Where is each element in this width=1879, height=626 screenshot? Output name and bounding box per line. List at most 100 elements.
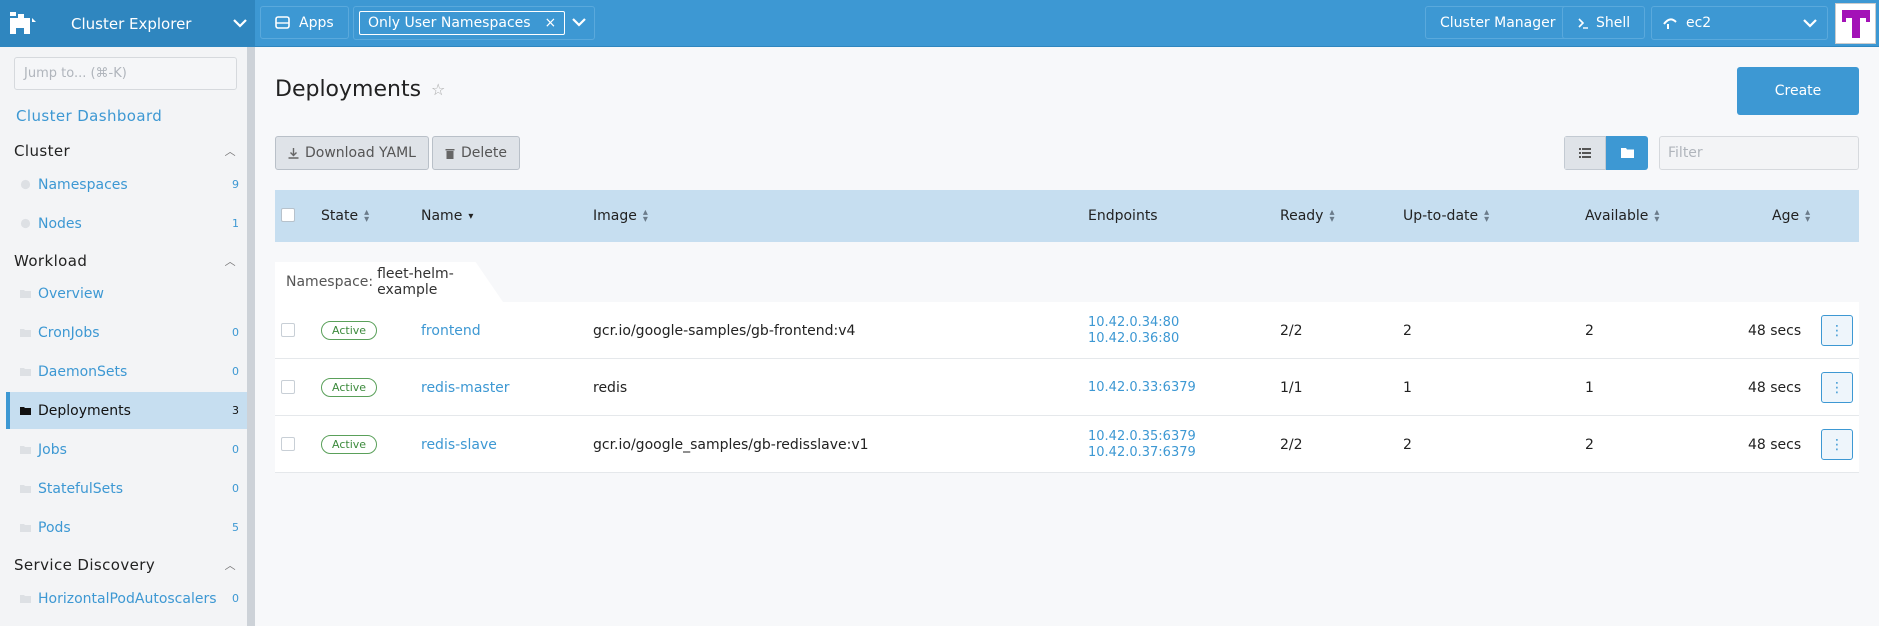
- sidebar-item-count: 0: [232, 326, 239, 339]
- circle-icon: [20, 179, 34, 190]
- sort-icon: ▴ ▾: [642, 207, 648, 225]
- jump-to-placeholder: Jump to... (⌘-K): [24, 66, 127, 81]
- folder-icon: [20, 289, 34, 298]
- sidebar-item-jobs[interactable]: Jobs 0: [6, 431, 247, 468]
- chevron-up-icon: ︿: [224, 255, 236, 268]
- deployment-name-link[interactable]: redis-slave: [421, 416, 497, 473]
- status-badge: Active: [321, 321, 378, 340]
- column-header-available[interactable]: Available ▴ ▾: [1585, 190, 1659, 242]
- sidebar-item-daemonsets[interactable]: DaemonSets 0: [6, 353, 247, 390]
- filter-input[interactable]: Filter: [1659, 136, 1859, 170]
- view-toggle: [1564, 136, 1648, 170]
- endpoint-link[interactable]: 10.42.0.34:80: [1088, 315, 1179, 331]
- sidebar-item-statefulsets[interactable]: StatefulSets 0: [6, 470, 247, 507]
- flat-list-view-button[interactable]: [1564, 136, 1606, 170]
- sidebar-item-label: Overview: [38, 285, 104, 302]
- table-row[interactable]: Active redis-slave gcr.io/google_samples…: [275, 416, 1859, 473]
- column-label: State: [321, 208, 359, 224]
- kebab-menu-icon: ⋮: [1830, 379, 1844, 396]
- cluster-manager-button[interactable]: Cluster Manager: [1425, 6, 1571, 39]
- column-header-image[interactable]: Image ▴ ▾: [593, 190, 648, 242]
- sidebar: Jump to... (⌘-K) Cluster Dashboard Clust…: [0, 47, 249, 626]
- remove-tag-icon[interactable]: ×: [545, 15, 557, 31]
- available-cell: 2: [1585, 436, 1594, 453]
- chevron-down-icon: [572, 15, 586, 31]
- row-actions-button[interactable]: ⋮: [1821, 372, 1853, 403]
- endpoints-cell: 10.42.0.33:6379: [1088, 359, 1196, 416]
- namespace-group-row: Namespace: fleet-helm-example: [275, 242, 1859, 302]
- sidebar-item-namespaces[interactable]: Namespaces 9: [6, 166, 247, 203]
- table-header: State ▴ ▾ Name ▾ Image ▴ ▾ Endpoints Ready…: [275, 190, 1859, 242]
- sidebar-item-horizontalpodautoscalers[interactable]: HorizontalPodAutoscalers 0: [6, 580, 247, 617]
- row-checkbox[interactable]: [281, 380, 295, 394]
- cluster-provider-icon: [1662, 16, 1678, 30]
- column-header-age[interactable]: Age ▴ ▾: [1772, 190, 1810, 242]
- list-icon: [1579, 148, 1591, 158]
- jump-to-input[interactable]: Jump to... (⌘-K): [14, 57, 237, 90]
- row-checkbox[interactable]: [281, 437, 295, 451]
- folder-icon: [20, 484, 34, 493]
- sidebar-item-count: 5: [232, 521, 239, 534]
- endpoint-link[interactable]: 10.42.0.36:80: [1088, 331, 1179, 347]
- terminal-icon: [1577, 17, 1589, 29]
- cluster-select[interactable]: ec2: [1651, 6, 1828, 40]
- apps-icon: [275, 16, 290, 29]
- create-button[interactable]: Create: [1737, 67, 1859, 115]
- up-to-date-cell: 1: [1403, 379, 1412, 396]
- folder-icon: [20, 445, 34, 454]
- sidebar-item-overview[interactable]: Overview: [6, 275, 247, 312]
- namespace-filter-select[interactable]: Only User Namespaces ×: [353, 6, 595, 40]
- shell-button[interactable]: Shell: [1562, 6, 1646, 39]
- cluster-dashboard-link[interactable]: Cluster Dashboard: [16, 107, 162, 125]
- sidebar-item-pods[interactable]: Pods 5: [6, 509, 247, 546]
- sort-icon: ▴ ▾: [364, 207, 370, 225]
- column-header-ready[interactable]: Ready ▴ ▾: [1280, 190, 1335, 242]
- folder-icon: [20, 523, 34, 532]
- sidebar-item-label: Nodes: [38, 215, 82, 232]
- group-header-workload[interactable]: Workload ︿: [14, 252, 239, 270]
- sidebar-item-nodes[interactable]: Nodes 1: [6, 205, 247, 242]
- cluster-manager-label: Cluster Manager: [1440, 14, 1556, 31]
- group-header-cluster[interactable]: Cluster ︿: [14, 142, 239, 160]
- sidebar-item-count: 0: [232, 365, 239, 378]
- row-actions-button[interactable]: ⋮: [1821, 429, 1853, 460]
- endpoint-link[interactable]: 10.42.0.33:6379: [1088, 380, 1196, 396]
- sidebar-item-label: Jobs: [38, 441, 67, 458]
- sort-descending-icon: ▾: [468, 210, 474, 222]
- chevron-up-icon: ︿: [224, 145, 236, 158]
- status-badge: Active: [321, 378, 378, 397]
- endpoint-link[interactable]: 10.42.0.35:6379: [1088, 429, 1196, 445]
- deployment-name-link[interactable]: redis-master: [421, 359, 510, 416]
- app-title: Cluster Explorer: [71, 14, 192, 33]
- delete-button[interactable]: Delete: [432, 136, 520, 170]
- star-icon[interactable]: ☆: [431, 80, 445, 99]
- table-row[interactable]: Active frontend gcr.io/google-samples/gb…: [275, 302, 1859, 359]
- apps-button[interactable]: Apps: [260, 6, 349, 39]
- download-icon: [288, 147, 299, 159]
- select-all-checkbox[interactable]: [281, 208, 295, 222]
- column-header-state[interactable]: State ▴ ▾: [321, 190, 369, 242]
- user-avatar[interactable]: [1835, 3, 1876, 44]
- up-to-date-cell: 2: [1403, 436, 1412, 453]
- namespace-value: fleet-helm-example: [377, 266, 454, 298]
- group-header-service-discovery[interactable]: Service Discovery ︿: [14, 556, 239, 574]
- kebab-menu-icon: ⋮: [1830, 322, 1844, 339]
- download-yaml-button[interactable]: Download YAML: [275, 136, 429, 170]
- deployment-name-link[interactable]: frontend: [421, 302, 481, 359]
- column-header-name[interactable]: Name ▾: [421, 190, 473, 242]
- page-title: Deployments: [275, 77, 422, 102]
- column-header-up-to-date[interactable]: Up-to-date ▴ ▾: [1403, 190, 1489, 242]
- state-cell: Active: [321, 359, 378, 416]
- row-checkbox[interactable]: [281, 323, 295, 337]
- group-by-namespace-button[interactable]: [1606, 136, 1648, 170]
- group-label: Cluster: [14, 142, 71, 160]
- sidebar-item-deployments[interactable]: Deployments 3: [6, 392, 247, 429]
- table-row[interactable]: Active redis-master redis 10.42.0.33:637…: [275, 359, 1859, 416]
- endpoint-link[interactable]: 10.42.0.37:6379: [1088, 445, 1196, 461]
- sidebar-item-label: Namespaces: [38, 176, 128, 193]
- sidebar-scrollbar[interactable]: [247, 47, 255, 626]
- row-actions-button[interactable]: ⋮: [1821, 315, 1853, 346]
- ready-cell: 2/2: [1280, 436, 1303, 453]
- sidebar-item-cronjobs[interactable]: CronJobs 0: [6, 314, 247, 351]
- product-switcher[interactable]: Cluster Explorer: [0, 0, 255, 47]
